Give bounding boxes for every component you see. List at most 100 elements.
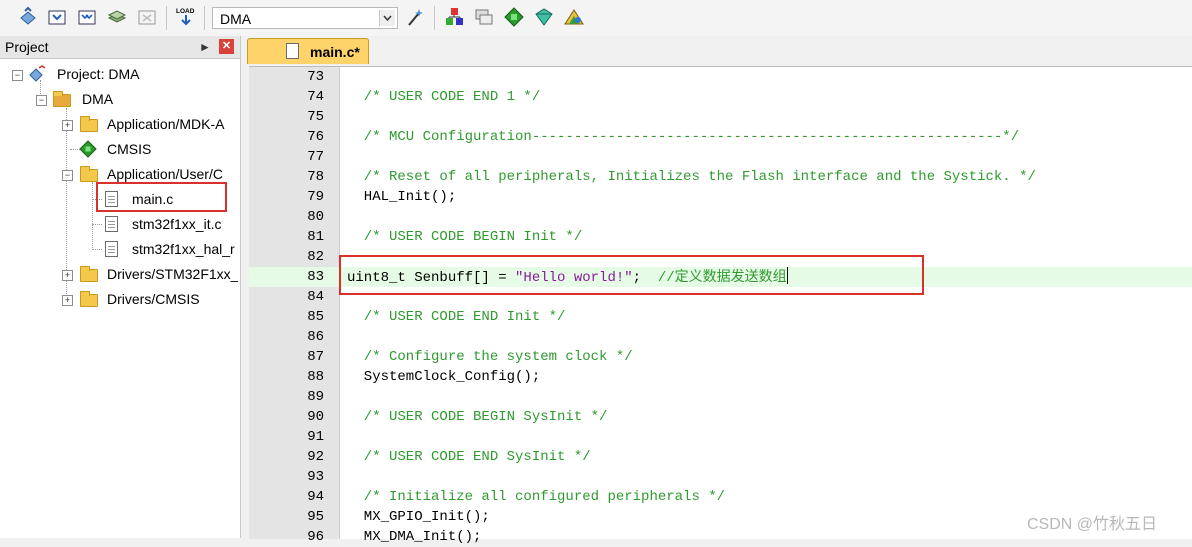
code-line[interactable]: 90 /* USER CODE BEGIN SysInit */ [249, 407, 1192, 427]
line-number: 86 [307, 329, 324, 345]
line-number: 81 [307, 229, 324, 245]
code-line[interactable]: 94 /* Initialize all configured peripher… [249, 487, 1192, 507]
code-text: /* USER CODE BEGIN Init */ [347, 229, 583, 245]
code-text: SystemClock_Config(); [347, 369, 541, 385]
toolbar: LOAD DMA [0, 0, 1192, 37]
code-line[interactable]: 74 /* USER CODE END 1 */ [249, 87, 1192, 107]
code-text: /* USER CODE BEGIN SysInit */ [347, 409, 608, 425]
code-text: MX_GPIO_Init(); [347, 509, 490, 525]
line-number: 90 [307, 409, 324, 425]
folder-icon [80, 291, 98, 307]
code-line[interactable]: 73 [249, 67, 1192, 87]
tab-label: main.c* [310, 44, 360, 60]
line-number: 87 [307, 349, 324, 365]
tree-item-stm32f1xx-it-c[interactable]: stm32f1xx_it.c [102, 214, 236, 236]
rebuild-icon[interactable] [76, 6, 98, 28]
code-line[interactable]: 79 HAL_Init(); [249, 187, 1192, 207]
line-number: 95 [307, 509, 324, 525]
pack-installer-icon[interactable] [503, 6, 525, 28]
tree-item-label: Application/User/C [107, 166, 223, 182]
tree-connector [92, 224, 102, 225]
file-icon [105, 216, 118, 232]
project-panel: Project ► ✕ − Project: DMA − DMA + Appli… [0, 36, 241, 538]
line-number: 76 [307, 129, 324, 145]
code-editor[interactable]: 73 74 /* USER CODE END 1 */ 75 76 /* MCU Co… [249, 66, 1192, 545]
tree-connector [92, 249, 102, 250]
tree-item-group-drivers-cmsis[interactable]: + Drivers/CMSIS [62, 289, 238, 311]
target-folder-icon [53, 91, 71, 107]
stop-build-icon[interactable] [136, 6, 158, 28]
code-line[interactable]: 92 /* USER CODE END SysInit */ [249, 447, 1192, 467]
expand-icon[interactable]: + [62, 270, 73, 281]
load-icon[interactable]: LOAD [175, 6, 197, 28]
build-icon[interactable] [46, 6, 68, 28]
tree-item-label: Drivers/CMSIS [107, 291, 200, 307]
line-number: 82 [307, 249, 324, 265]
code-line[interactable]: 86 [249, 327, 1192, 347]
tree-item-group-application-mdk[interactable]: + Application/MDK-A [62, 114, 238, 136]
code-line[interactable]: 91 [249, 427, 1192, 447]
line-number: 85 [307, 309, 324, 325]
chevron-down-icon[interactable] [379, 10, 395, 26]
magic-wand-options-icon[interactable] [404, 6, 426, 28]
close-icon[interactable]: ✕ [219, 39, 234, 54]
line-number: 84 [307, 289, 324, 305]
tree-item-label: CMSIS [107, 141, 152, 157]
line-number: 92 [307, 449, 324, 465]
line-number: 78 [307, 169, 324, 185]
code-line[interactable]: 85 /* USER CODE END Init */ [249, 307, 1192, 327]
code-line[interactable]: 87 /* Configure the system clock */ [249, 347, 1192, 367]
code-line[interactable]: 76 /* MCU Configuration-----------------… [249, 127, 1192, 147]
code-line[interactable]: 81 /* USER CODE BEGIN Init */ [249, 227, 1192, 247]
code-text: /* Configure the system clock */ [347, 349, 633, 365]
collapse-icon[interactable]: − [12, 70, 23, 81]
expand-icon[interactable]: + [62, 120, 73, 131]
line-number: 88 [307, 369, 324, 385]
collapse-icon[interactable]: − [62, 170, 73, 181]
open-folder-icon [80, 166, 98, 182]
expand-icon[interactable]: + [62, 295, 73, 306]
window-layout-icon[interactable] [473, 6, 495, 28]
translate-icon[interactable] [17, 6, 39, 28]
target-select-value: DMA [220, 11, 252, 27]
manage-run-time-environment-icon[interactable] [563, 6, 585, 28]
tree-item-label: Project: DMA [57, 66, 140, 82]
folder-icon [80, 266, 98, 282]
line-number: 79 [307, 189, 324, 205]
code-line[interactable]: 93 [249, 467, 1192, 487]
tree-item-target-dma[interactable]: − DMA [36, 89, 236, 111]
code-line[interactable]: 89 [249, 387, 1192, 407]
tree-item-label: Drivers/STM32F1xx_ [107, 266, 238, 282]
code-text: HAL_Init(); [347, 189, 457, 205]
tree-item-stm32f1xx-hal[interactable]: stm32f1xx_hal_r [102, 239, 238, 261]
line-number: 74 [307, 89, 324, 105]
select-software-packs-icon[interactable] [533, 6, 555, 28]
line-number: 91 [307, 429, 324, 445]
tree-item-label: DMA [82, 91, 114, 107]
code-line[interactable]: 88 SystemClock_Config(); [249, 367, 1192, 387]
code-text: MX_DMA_Init(); [347, 529, 482, 545]
code-line[interactable]: 78 /* Reset of all peripherals, Initiali… [249, 167, 1192, 187]
manage-project-items-icon[interactable] [443, 6, 465, 28]
file-icon [286, 43, 299, 59]
tree-item-group-drivers-stm32[interactable]: + Drivers/STM32F1xx_ [62, 264, 238, 286]
line-number: 93 [307, 469, 324, 485]
line-number: 73 [307, 69, 324, 85]
tab-main-c[interactable]: main.c* [247, 38, 369, 64]
code-text: /* Initialize all configured peripherals… [347, 489, 726, 505]
code-line[interactable]: 75 [249, 107, 1192, 127]
tree-item-cmsis[interactable]: CMSIS [62, 139, 238, 161]
toolbar-separator [204, 6, 205, 30]
project-icon [29, 65, 46, 82]
collapse-icon[interactable]: − [36, 95, 47, 106]
target-select[interactable]: DMA [212, 7, 398, 29]
tree-item-project[interactable]: − Project: DMA [10, 64, 230, 86]
line-number: 96 [307, 529, 324, 545]
annotation-highlight-main-c [96, 182, 227, 212]
code-line[interactable]: 77 [249, 147, 1192, 167]
batch-build-icon[interactable] [106, 6, 128, 28]
pin-icon[interactable]: ► [199, 40, 211, 54]
code-line[interactable]: 80 [249, 207, 1192, 227]
editor-area: main.c* 73 74 /* USER CODE END 1 */ 75 76 /… [241, 36, 1192, 545]
line-number: 94 [307, 489, 324, 505]
